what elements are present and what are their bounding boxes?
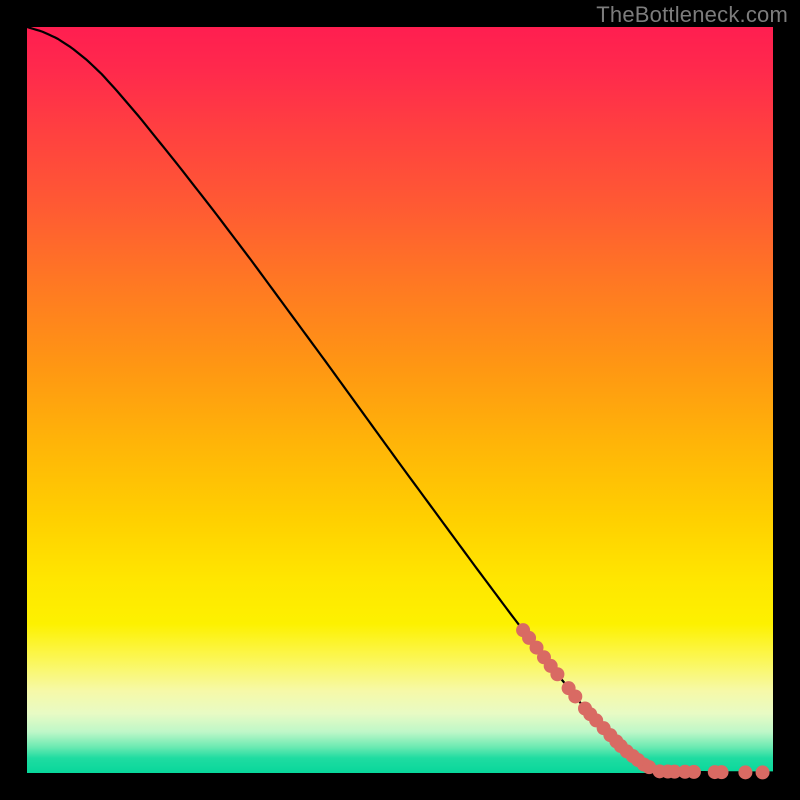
data-point <box>738 765 752 779</box>
data-point <box>687 765 701 779</box>
data-point <box>550 667 564 681</box>
chart-frame: TheBottleneck.com <box>0 0 800 800</box>
data-points-group <box>516 623 769 779</box>
data-point <box>715 765 729 779</box>
bottleneck-curve <box>27 27 773 772</box>
data-point <box>756 765 770 779</box>
chart-overlay <box>27 27 773 773</box>
watermark-text: TheBottleneck.com <box>596 2 788 28</box>
plot-area <box>27 27 773 773</box>
data-point <box>568 689 582 703</box>
